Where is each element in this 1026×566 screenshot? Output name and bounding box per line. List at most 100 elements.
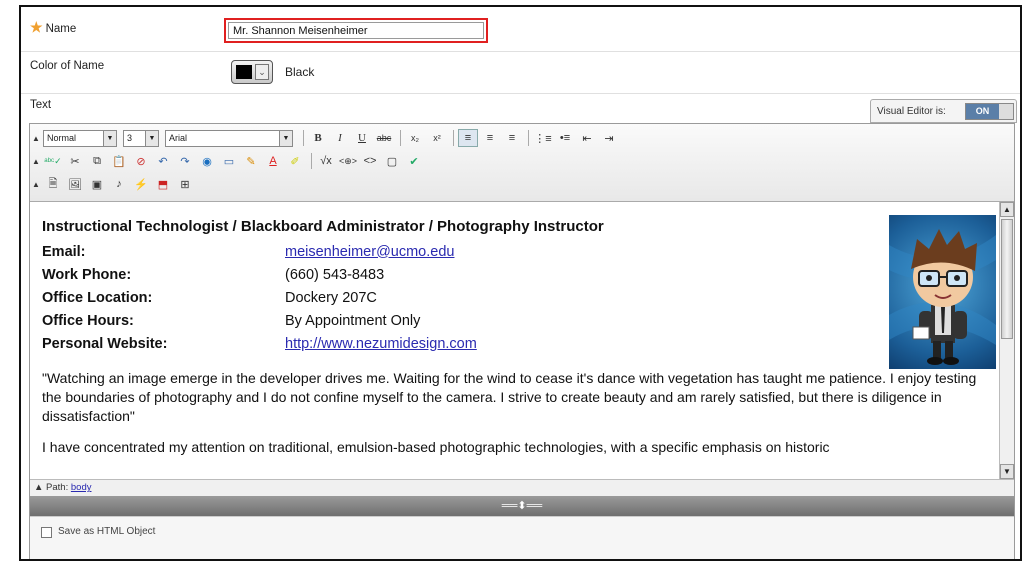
name-row: ★ Name [21,7,1020,52]
toolbar-row-1: ▲ Normal ▼ 3 ▼ Arial ▼ B I U abc x₂ x² ≡ ≡ … [32,127,621,149]
chevron-down-icon: ▼ [279,130,292,146]
avatar [889,215,996,369]
html-icon[interactable]: <> [360,152,380,170]
info-key: Work Phone: [42,266,132,283]
text-label: Text [30,99,52,111]
underline-icon[interactable]: U [352,129,372,147]
pencil-icon[interactable]: ✎ [241,152,261,170]
embed-icon[interactable]: <⊕> [338,152,358,170]
unlink-icon[interactable]: ⊘ [131,152,151,170]
collapse-icon[interactable]: ▲ [34,482,46,493]
info-key: Email: [42,243,86,260]
info-value: Dockery 207C [285,289,377,306]
visual-editor-state: ON [966,104,999,119]
ordered-list-icon[interactable]: ⋮≡ [533,129,553,147]
visual-editor-label: Visual Editor is: [877,106,946,117]
info-value: (660) 543-8483 [285,266,385,283]
name-input-highlight [224,18,488,43]
resize-bar[interactable]: ══⬍══ [30,496,1014,516]
indent-icon[interactable]: ⇥ [599,129,619,147]
visual-editor-toggle: Visual Editor is: ON [870,99,1017,123]
save-as-html-label: Save as HTML Object [58,526,156,537]
path-body-link[interactable]: body [71,482,92,493]
text-editor: ▲ Normal ▼ 3 ▼ Arial ▼ B I U abc x₂ x² ≡ ≡ … [29,123,1015,559]
strikethrough-icon[interactable]: abc [374,129,394,147]
path-bar: ▲ Path: body [30,479,1014,496]
scrollbar-thumb[interactable] [1001,219,1013,339]
html-object-row: Save as HTML Object [30,516,1014,559]
separator [453,130,454,146]
math-icon[interactable]: √x [316,152,336,170]
scroll-up-icon[interactable]: ▲ [1000,202,1014,217]
redo-icon[interactable]: ↷ [175,152,195,170]
align-right-icon[interactable]: ≡ [502,129,522,147]
info-value: By Appointment Only [285,312,421,329]
toolbar-row-3: ▲ 🗎 🖼 ▣ ♪ ⚡ ⬒ ⊞ [32,173,197,195]
color-value: Black [285,65,315,79]
insert-audio-icon[interactable]: ♪ [109,175,129,193]
separator [303,130,304,146]
text-color-icon[interactable]: A [263,152,283,170]
bold-icon[interactable]: B [308,129,328,147]
insert-image-icon[interactable]: 🖼 [65,175,85,193]
info-row-email: Email: meisenheimer@ucmo.edu [42,240,988,263]
check-icon[interactable]: ✔ [404,152,424,170]
unordered-list-icon[interactable]: •≡ [555,129,575,147]
copy-icon[interactable]: ⧉ [87,152,107,170]
editor-scrollbar[interactable]: ▲ ▼ [999,202,1014,479]
outdent-icon[interactable]: ⇤ [577,129,597,147]
paste-icon[interactable]: 📋 [109,152,129,170]
avatar-illustration [889,229,996,365]
highlight-icon[interactable]: ✐ [285,152,305,170]
insert-flash-icon[interactable]: ⚡ [131,175,151,193]
spellcheck-icon[interactable]: ᵃᵇᶜ✓ [43,152,63,170]
collapse-icon[interactable]: ▲ [32,157,40,166]
content-form: ★Name Color of Name ⌄ Black Text Visual … [19,5,1022,561]
color-label: Color of Name [30,60,105,72]
color-picker-button[interactable]: ⌄ [231,60,273,84]
attach-file-icon[interactable]: 🗎 [43,175,63,193]
size-select-value: 3 [127,133,133,143]
format-select[interactable]: Normal ▼ [43,129,117,147]
quote-paragraph: "Watching an image emerge in the develop… [42,370,977,424]
visual-editor-switch[interactable]: ON [965,103,1014,120]
color-row: Color of Name ⌄ Black [21,52,1020,94]
undo-icon[interactable]: ↶ [153,152,173,170]
link-icon[interactable]: ◉ [197,152,217,170]
info-key: Office Location: [42,289,153,306]
info-key: Office Hours: [42,312,134,329]
superscript-icon[interactable]: x² [427,129,447,147]
insert-media-icon[interactable]: ▣ [87,175,107,193]
editor-toolbar: ▲ Normal ▼ 3 ▼ Arial ▼ B I U abc x₂ x² ≡ ≡ … [30,124,1014,202]
info-row-website: Personal Website: http://www.nezumidesig… [42,332,988,355]
align-left-icon[interactable]: ≡ [458,129,478,147]
collapse-icon[interactable]: ▲ [32,180,40,189]
subscript-icon[interactable]: x₂ [405,129,425,147]
size-select[interactable]: 3 ▼ [123,129,159,147]
chevron-down-icon: ▼ [103,130,116,146]
format-select-value: Normal [47,133,77,143]
email-link[interactable]: meisenheimer@ucmo.edu [285,244,454,260]
align-center-icon[interactable]: ≡ [480,129,500,147]
font-select-value: Arial [169,133,188,143]
table-icon[interactable]: ▭ [219,152,239,170]
separator [311,153,312,169]
color-swatch [236,65,252,79]
preview-icon[interactable]: ▢ [382,152,402,170]
font-select[interactable]: Arial ▼ [165,129,293,147]
info-row-phone: Work Phone: (660) 543-8483 [42,263,988,286]
scroll-down-icon[interactable]: ▼ [1000,464,1014,479]
italic-icon[interactable]: I [330,129,350,147]
website-link[interactable]: http://www.nezumidesign.com [285,336,477,352]
cut-icon[interactable]: ✂ [65,152,85,170]
chevron-down-icon: ⌄ [255,64,269,80]
separator [528,130,529,146]
collapse-icon[interactable]: ▲ [32,134,40,143]
resize-grip-icon[interactable]: ══⬍══ [493,499,551,513]
editor-content[interactable]: Instructional Technologist / Blackboard … [30,202,1000,479]
info-value: meisenheimer@ucmo.edu [285,244,454,260]
name-input[interactable] [228,22,484,39]
insert-pdf-icon[interactable]: ⬒ [153,175,173,193]
save-as-html-checkbox[interactable] [41,527,52,538]
insert-mashup-icon[interactable]: ⊞ [175,175,195,193]
